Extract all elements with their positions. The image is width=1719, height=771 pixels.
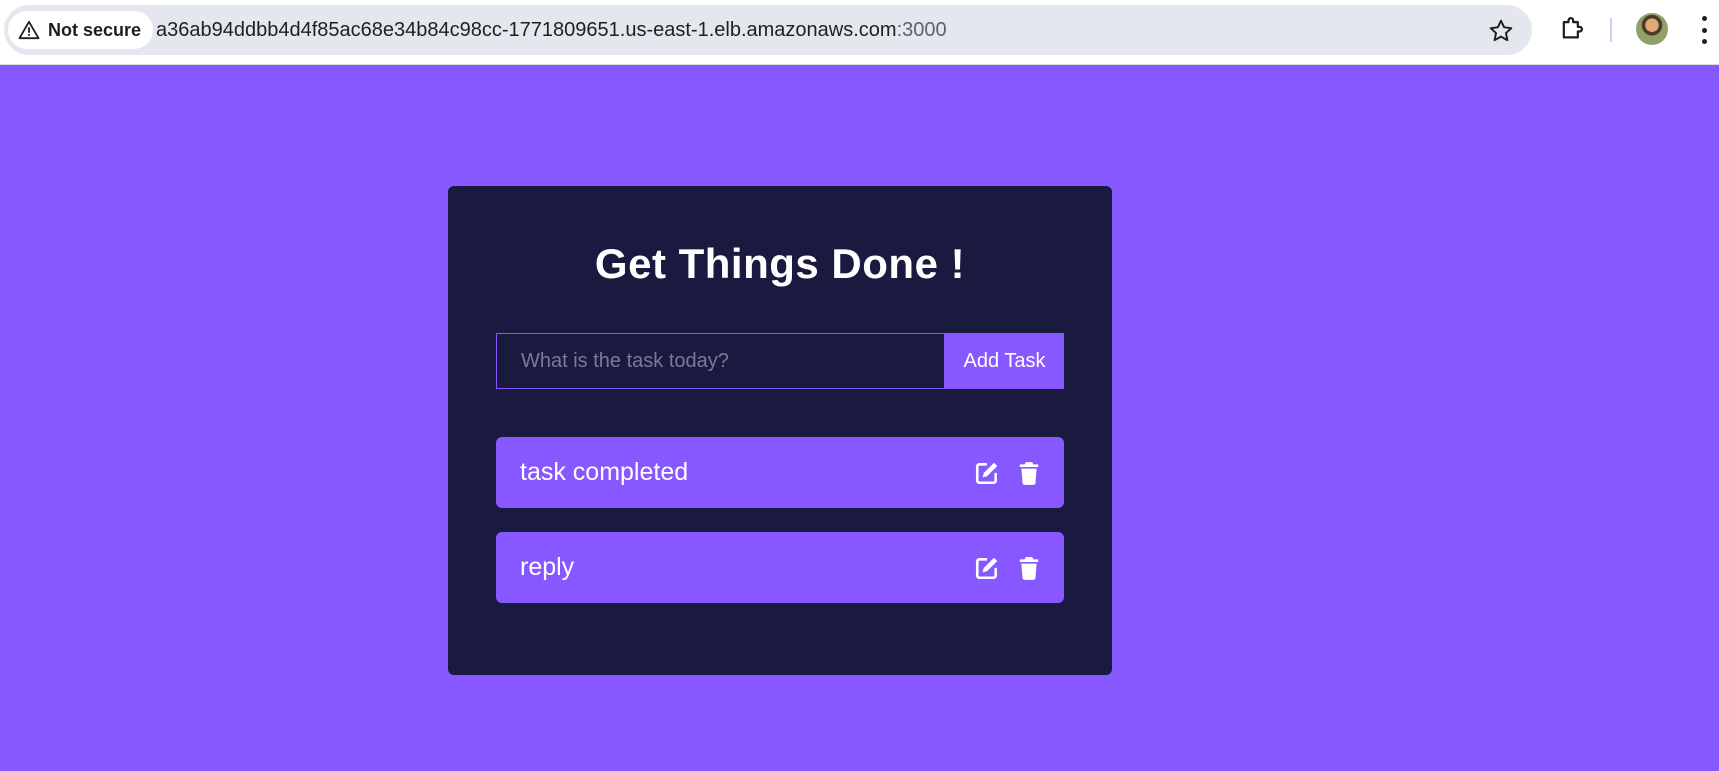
url-host: a36ab94ddbb4d4f85ac68e34b84c98cc-1771809… (156, 19, 897, 41)
trash-icon[interactable] (1016, 460, 1042, 486)
toolbar-separator (1610, 18, 1612, 42)
todo-actions (974, 460, 1042, 486)
address-bar[interactable]: Not secure a36ab94ddbb4d4f85ac68e34b84c9… (4, 5, 1532, 55)
warning-icon (18, 20, 40, 40)
browser-toolbar: Not secure a36ab94ddbb4d4f85ac68e34b84c9… (0, 0, 1719, 65)
bookmark-star-icon[interactable] (1488, 18, 1514, 44)
todo-text[interactable]: task completed (520, 458, 688, 487)
trash-icon[interactable] (1016, 555, 1042, 581)
url-port: :3000 (896, 19, 947, 41)
todo-list: task completed reply (496, 437, 1064, 627)
todo-item[interactable]: reply (496, 532, 1064, 603)
site-info-button[interactable]: Not secure (8, 11, 154, 49)
edit-icon[interactable] (974, 460, 1000, 486)
edit-icon[interactable] (974, 555, 1000, 581)
add-task-button[interactable]: Add Task (945, 333, 1064, 389)
todo-actions (974, 555, 1042, 581)
not-secure-label: Not secure (48, 19, 142, 40)
todo-card: Get Things Done ! Add Task task complete… (448, 186, 1112, 675)
page-title: Get Things Done ! (594, 240, 966, 287)
task-input[interactable] (496, 333, 945, 389)
todo-item[interactable]: task completed (496, 437, 1064, 508)
browser-menu-icon[interactable] (1700, 16, 1708, 44)
task-form: Add Task (496, 333, 1064, 389)
extensions-puzzle-icon[interactable] (1558, 14, 1586, 42)
profile-avatar[interactable] (1636, 13, 1668, 45)
url-text[interactable]: a36ab94ddbb4d4f85ac68e34b84c98cc-1771809… (156, 5, 947, 55)
todo-text[interactable]: reply (520, 553, 574, 582)
